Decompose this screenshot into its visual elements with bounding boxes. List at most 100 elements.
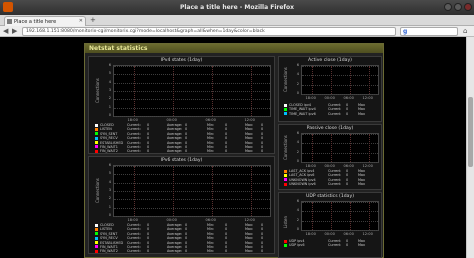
x-tick-label: 00:00 bbox=[166, 118, 177, 122]
grid-line bbox=[114, 74, 270, 76]
grid-line bbox=[133, 166, 135, 216]
legend-stat: Average: bbox=[167, 149, 183, 154]
legend-stat: 0 bbox=[185, 249, 188, 254]
grid-line bbox=[302, 202, 378, 203]
legend-series-name: UDP ipv6 bbox=[289, 243, 305, 248]
legend-series-name: LAST_ACK ipv4 bbox=[289, 169, 315, 173]
y-tick-label: 3 bbox=[108, 88, 111, 92]
google-search-icon: g bbox=[403, 28, 408, 35]
legend-swatch bbox=[95, 245, 98, 249]
home-icon[interactable]: ⌂ bbox=[463, 27, 467, 35]
grid-line bbox=[114, 116, 270, 117]
firefox-icon bbox=[3, 2, 13, 12]
legend-stat: 0 bbox=[225, 149, 228, 154]
grid-line bbox=[302, 211, 378, 213]
scrollbar-thumb[interactable] bbox=[468, 97, 473, 167]
graph-legend: LAST_ACK ipv4 Current 0 Max LAST_ACK ipv6 Cur… bbox=[284, 169, 380, 187]
legend-stat: Max bbox=[358, 111, 366, 116]
legend-stat: Max bbox=[358, 182, 366, 187]
grid-line bbox=[302, 230, 378, 231]
x-tick-label: 18:00 bbox=[305, 232, 316, 236]
side-graph: UDP statistics (1day) 6 4 2 0 18:00 00:00 06:00… bbox=[278, 192, 382, 258]
minimize-icon[interactable] bbox=[444, 3, 452, 11]
x-tick-label: 00:00 bbox=[324, 164, 335, 168]
legend-swatch bbox=[284, 239, 287, 243]
x-tick-label: 18:00 bbox=[305, 96, 316, 100]
legend-series-name: SYN_SENT bbox=[100, 131, 118, 136]
legend-swatch bbox=[95, 232, 98, 236]
x-tick-label: 18:00 bbox=[127, 218, 138, 222]
grid-line bbox=[133, 66, 135, 116]
grid-line bbox=[114, 66, 270, 67]
tab-bar: Place a title here ✕ + bbox=[0, 15, 474, 26]
y-tick-label: 4 bbox=[108, 79, 111, 84]
grid-line bbox=[368, 134, 370, 162]
grid-line bbox=[311, 66, 313, 94]
grid-line bbox=[114, 166, 270, 167]
grid-line bbox=[114, 182, 270, 184]
graph-legend: CLOSED ipv4 Current 0 Max TIME_WAIT ipv4 Curr… bbox=[284, 103, 380, 116]
legend-swatch bbox=[284, 182, 287, 186]
maximize-icon[interactable] bbox=[454, 3, 462, 11]
legend-stat: 0 bbox=[346, 182, 349, 187]
connections-graph: IPv4 states (1day) 6 5 4 3 2 1 0 18:00 00:00 06:00… bbox=[88, 56, 275, 154]
legend-series-name: FIN_WAIT2 bbox=[100, 249, 118, 254]
vertical-scrollbar[interactable] bbox=[466, 37, 474, 258]
legend-series-name: UDP ipv4 bbox=[289, 239, 305, 243]
x-tick-label: 12:00 bbox=[362, 164, 373, 168]
graph-legend: CLOSED Current: 0 Average: 0 Min: 0 Max: 0 LISTEN… bbox=[95, 123, 273, 154]
grid-line bbox=[114, 107, 270, 109]
url-text: 192.168.1.151:8080/monitorix-cgi/monitor… bbox=[26, 29, 265, 34]
legend-series-name: CLOSED ipv4 bbox=[289, 103, 312, 107]
y-tick-label: 1 bbox=[108, 204, 111, 209]
legend-stat: Max bbox=[358, 243, 366, 248]
y-tick-label: 4 bbox=[296, 208, 299, 213]
legend-stat: Current bbox=[328, 243, 341, 248]
grid-line bbox=[302, 94, 378, 95]
legend-swatch bbox=[284, 112, 287, 116]
legend-row: UNKNOWN ipv6 Current 0 Max bbox=[284, 182, 380, 186]
legend-swatch bbox=[284, 178, 287, 182]
y-tick-label: 0 bbox=[296, 91, 299, 95]
back-icon[interactable]: ◀ bbox=[3, 27, 8, 35]
legend-swatch bbox=[284, 243, 287, 247]
legend-series-name: UNKNOWN ipv6 bbox=[289, 182, 316, 187]
x-tick-label: 18:00 bbox=[305, 164, 316, 168]
browser-tab[interactable]: Place a title here ✕ bbox=[4, 16, 86, 26]
grid-line bbox=[311, 134, 313, 162]
graph-title: IPv6 states (1day) bbox=[160, 158, 203, 163]
legend-series-name: TIME_WAIT ipv6 bbox=[289, 111, 316, 116]
url-bar[interactable]: 192.168.1.151:8080/monitorix-cgi/monitor… bbox=[22, 27, 396, 36]
grid-line bbox=[349, 202, 351, 230]
legend-stat: Current bbox=[328, 182, 341, 187]
legend-stat: Current: bbox=[127, 149, 141, 154]
x-tick-label: 18:00 bbox=[127, 118, 138, 122]
legend-stat: 0 bbox=[147, 249, 150, 254]
forward-icon[interactable]: ▶ bbox=[12, 27, 17, 35]
tab-close-icon[interactable]: ✕ bbox=[79, 18, 83, 24]
search-box[interactable]: g bbox=[400, 27, 458, 36]
grid-line bbox=[114, 99, 270, 101]
x-tick-label: 06:00 bbox=[343, 164, 354, 168]
y-tick-label: 4 bbox=[108, 179, 111, 184]
window-title: Place a title here - Mozilla Firefox bbox=[179, 4, 295, 11]
new-tab-icon[interactable]: + bbox=[90, 16, 96, 24]
grid-line bbox=[211, 166, 213, 216]
legend-swatch bbox=[95, 249, 98, 253]
netstat-panel: Netstat statistics IPv4 states (1day) 6 5 4… bbox=[84, 43, 384, 258]
window-titlebar: Place a title here - Mozilla Firefox bbox=[0, 0, 474, 15]
y-axis-label: Connections bbox=[283, 67, 288, 92]
legend-stat: Current bbox=[328, 111, 341, 116]
legend-stat: 0 bbox=[185, 149, 188, 154]
grid-line bbox=[302, 162, 378, 163]
close-icon[interactable] bbox=[464, 3, 472, 11]
y-tick-label: 5 bbox=[108, 171, 111, 176]
legend-row: UDP ipv6 Current 0 Max bbox=[284, 243, 380, 247]
grid-line bbox=[311, 202, 313, 230]
tab-label: Place a title here bbox=[14, 18, 57, 25]
grid-line bbox=[302, 220, 378, 222]
legend-swatch bbox=[284, 107, 287, 111]
grid-line bbox=[302, 152, 378, 154]
legend-row: FIN_WAIT2 Current: 0 Average: 0 Min: 0 Max: 0 bbox=[95, 249, 273, 253]
x-tick-label: 06:00 bbox=[343, 232, 354, 236]
